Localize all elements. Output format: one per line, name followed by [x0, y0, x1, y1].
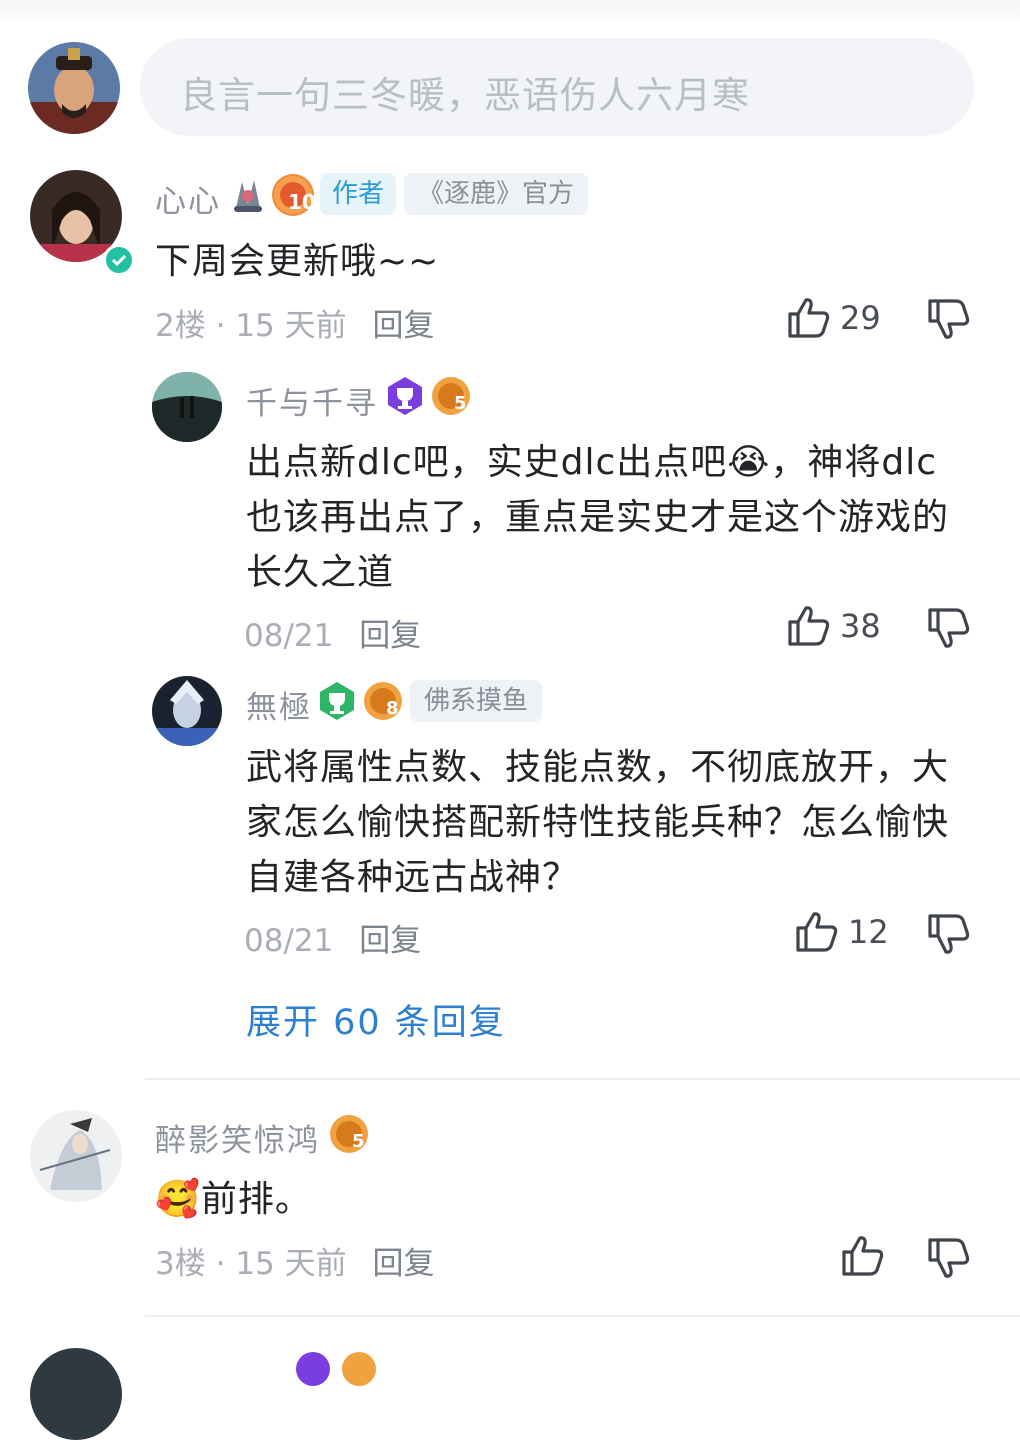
comment-username[interactable]: 醉影笑惊鸿 — [155, 1115, 320, 1160]
level-badge-icon: 10 — [272, 174, 316, 216]
reply-meta: 08/21 回复 — [244, 610, 421, 655]
like-button[interactable] — [840, 1234, 894, 1278]
reply-meta: 08/21 回复 — [244, 915, 421, 960]
dislike-button[interactable] — [926, 912, 972, 956]
comment-input[interactable]: 良言一句三冬暖，恶语伤人六月寒 — [140, 38, 974, 136]
reply-text: 出点新dlc吧，实史dlc出点吧😭，神将dlc也该再出点了，重点是实史才是这个游… — [246, 442, 950, 593]
comment-time: 15 天前 — [235, 1246, 347, 1282]
thumbs-down-icon — [928, 914, 970, 954]
thumbs-up-icon — [842, 1236, 884, 1276]
comment-meta: 3楼 · 15 天前 回复 — [155, 1238, 434, 1283]
user-title-tag: 佛系摸鱼 — [410, 680, 543, 722]
level-badge-icon: 5 — [328, 1113, 370, 1155]
reply-text: 武将属性点数、技能点数，不彻底放开，大家怎么愉快搭配新特性技能兵种？怎么愉快自建… — [246, 747, 950, 898]
reply-button[interactable]: 回复 — [359, 618, 421, 654]
like-count: 29 — [840, 299, 881, 337]
thumbs-up-icon — [796, 912, 838, 952]
thumbs-up-icon — [788, 298, 830, 338]
trophy-badge-icon — [316, 680, 358, 722]
level-badge-icon — [342, 1352, 376, 1386]
reply-button[interactable]: 回复 — [372, 1246, 434, 1282]
reply-username[interactable]: 千与千寻 — [246, 378, 378, 423]
avatar[interactable] — [30, 1110, 122, 1202]
reply-username[interactable]: 無極 — [246, 682, 312, 727]
meta-separator: · — [215, 1246, 236, 1282]
like-button[interactable]: 38 — [786, 604, 881, 648]
comment-meta: 2楼 · 15 天前 回复 — [155, 300, 434, 345]
verified-icon — [103, 244, 135, 276]
dislike-button[interactable] — [926, 297, 972, 341]
dislike-button[interactable] — [926, 606, 972, 650]
like-button[interactable]: 29 — [786, 296, 881, 340]
level-number: 10 — [288, 190, 316, 214]
reply-button[interactable]: 回复 — [372, 308, 434, 344]
like-count: 38 — [840, 607, 881, 645]
level-number: 8 — [386, 698, 399, 719]
level-badge-icon: 8 — [362, 680, 404, 722]
author-tag: 作者 — [320, 173, 397, 215]
top-fade — [0, 0, 1020, 26]
level-number: 5 — [352, 1131, 365, 1152]
user-mascot-icon — [228, 174, 266, 214]
level-badge-icon: 5 — [430, 375, 472, 417]
reply-button[interactable]: 回复 — [359, 923, 421, 959]
expand-replies-link[interactable]: 展开 60 条回复 — [246, 994, 506, 1045]
dislike-button[interactable] — [926, 1236, 972, 1280]
thumbs-down-icon — [928, 1238, 970, 1278]
comment-username[interactable]: 心心 — [155, 176, 221, 221]
official-tag: 《逐鹿》官方 — [404, 173, 589, 215]
current-user-avatar[interactable] — [28, 42, 120, 134]
avatar[interactable] — [30, 1348, 122, 1440]
like-count: 12 — [848, 913, 889, 951]
thumbs-down-icon — [928, 608, 970, 648]
reply-date: 08/21 — [244, 923, 334, 959]
meta-separator: · — [215, 308, 236, 344]
floor-number: 3楼 — [155, 1246, 206, 1282]
comment-text: 🥰前排。 — [155, 1179, 312, 1220]
trophy-badge-icon — [296, 1352, 330, 1386]
reply-date: 08/21 — [244, 618, 334, 654]
level-number: 5 — [454, 393, 467, 414]
avatar[interactable] — [152, 676, 222, 746]
thumbs-down-icon — [928, 299, 970, 339]
like-button[interactable]: 12 — [794, 910, 889, 954]
comment-divider — [145, 1315, 1020, 1317]
comment-time: 15 天前 — [235, 308, 347, 344]
comment-divider — [145, 1078, 1020, 1080]
thumbs-up-icon — [788, 606, 830, 646]
trophy-badge-icon — [384, 375, 426, 417]
floor-number: 2楼 — [155, 308, 206, 344]
avatar[interactable] — [152, 372, 222, 442]
comment-text: 下周会更新哦~~ — [155, 241, 440, 282]
comment-input-placeholder: 良言一句三冬暖，恶语伤人六月寒 — [180, 74, 750, 117]
